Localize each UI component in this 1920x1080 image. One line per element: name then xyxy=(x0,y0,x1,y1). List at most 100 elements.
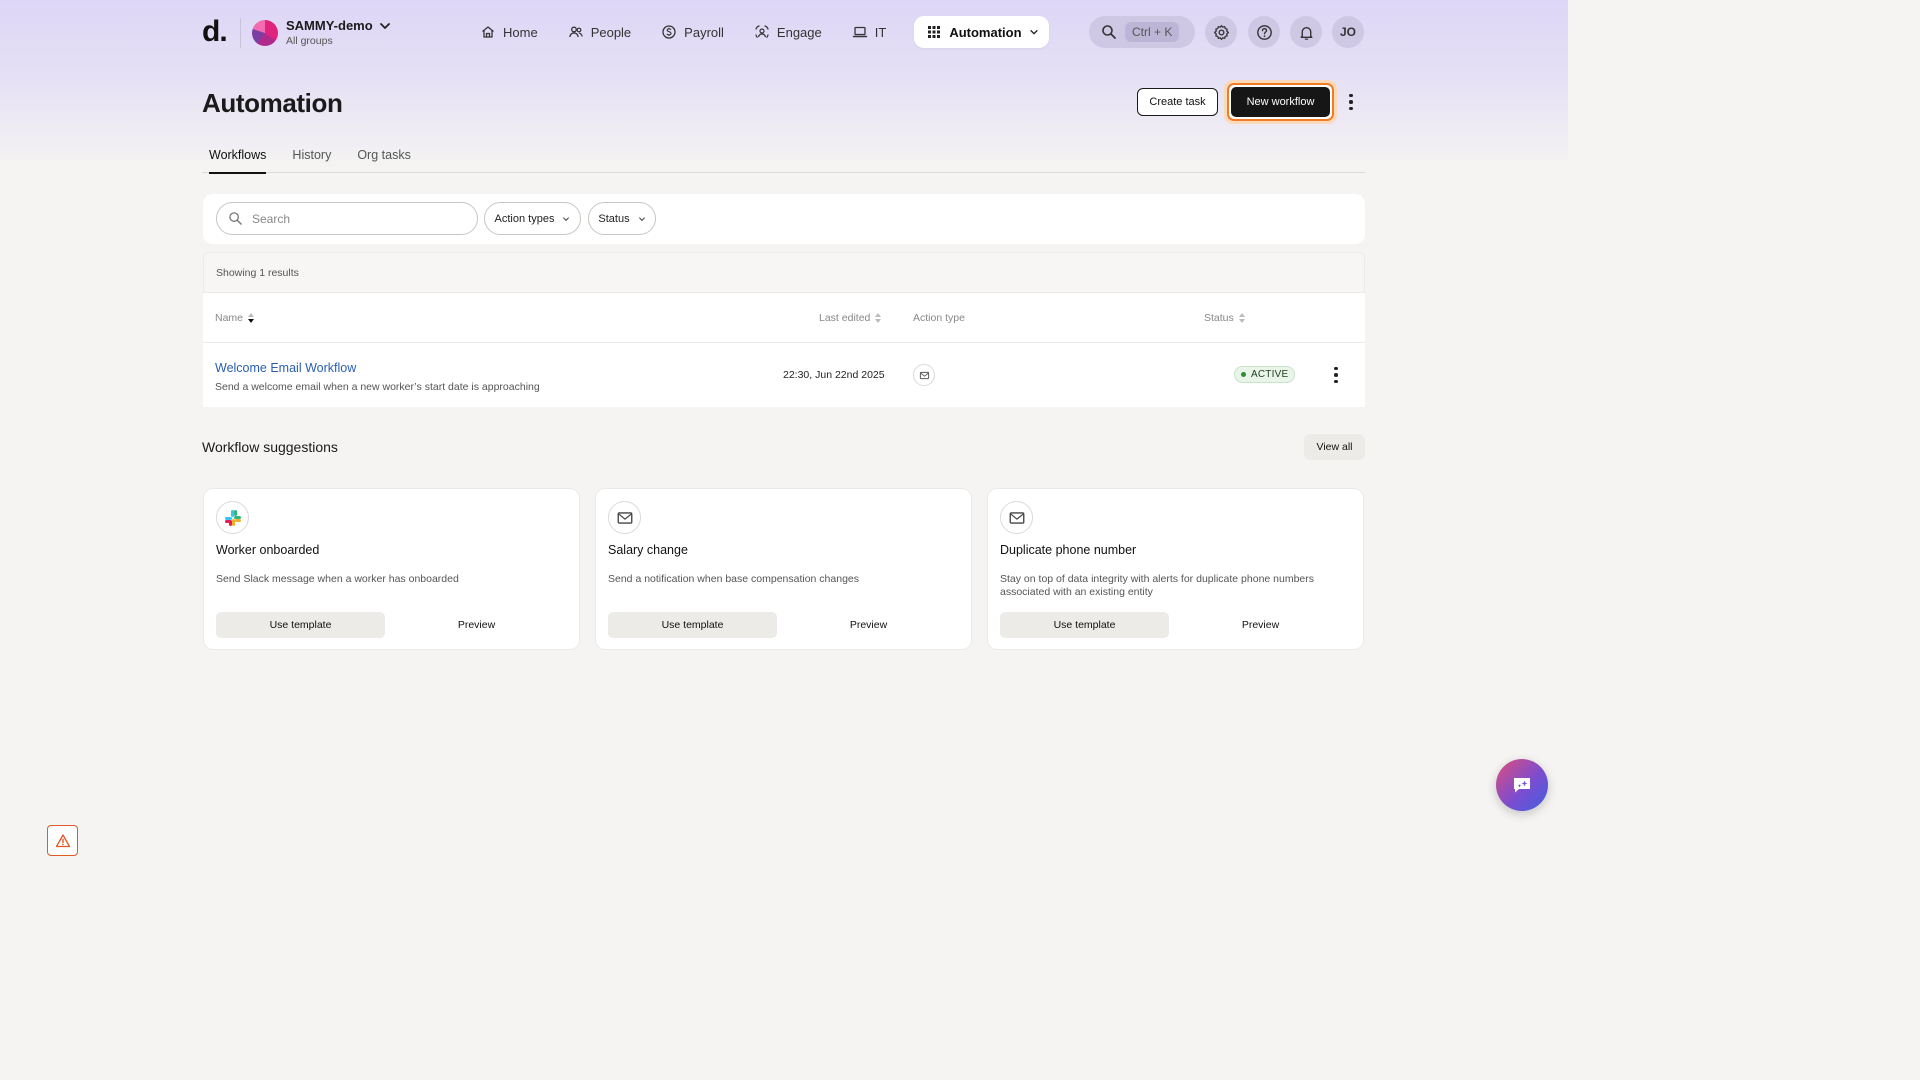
help-button[interactable] xyxy=(1248,16,1280,48)
user-initials: JO xyxy=(1339,25,1356,39)
chevron-down-icon xyxy=(379,22,390,29)
new-workflow-button[interactable]: New workflow xyxy=(1231,87,1330,117)
workflow-last-edited: 22:30, Jun 22nd 2025 xyxy=(783,369,885,381)
search-shortcut: Ctrl + K xyxy=(1125,22,1180,42)
nav-divider xyxy=(240,18,241,48)
nav-item-automation[interactable]: Automation xyxy=(914,16,1049,48)
use-template-button[interactable]: Use template xyxy=(216,612,385,638)
chevron-down-icon xyxy=(563,216,570,221)
card-title: Worker onboarded xyxy=(216,543,320,557)
org-name: SAMMY-demo xyxy=(286,18,373,33)
workflow-description: Send a welcome email when a new worker’s… xyxy=(215,381,540,393)
tab-history[interactable]: History xyxy=(292,148,331,173)
status-badge: ACTIVE xyxy=(1234,366,1296,383)
action-types-dropdown[interactable]: Action types xyxy=(484,202,581,235)
column-label: Last edited xyxy=(819,312,871,324)
dropdown-label: Action types xyxy=(494,212,555,225)
kebab-dot xyxy=(1334,373,1338,377)
nav-item-label: People xyxy=(590,24,632,40)
search-icon xyxy=(229,212,242,225)
settings-button[interactable] xyxy=(1205,16,1237,48)
primary-nav: Home People Payroll Engage IT Automation xyxy=(468,16,1049,48)
ai-assistant-button[interactable] xyxy=(1496,759,1548,811)
column-label: Status xyxy=(1204,312,1234,324)
row-options-button[interactable] xyxy=(1330,365,1342,385)
grid-icon xyxy=(928,26,941,38)
search-field[interactable] xyxy=(216,202,478,235)
kebab-dot xyxy=(1334,366,1338,371)
view-all-button[interactable]: View all xyxy=(1304,434,1365,460)
status-dot xyxy=(1241,372,1246,377)
nav-item-label: Automation xyxy=(949,24,1022,40)
chevron-down-icon xyxy=(1029,30,1038,35)
workflow-name-link[interactable]: Welcome Email Workflow xyxy=(215,361,356,375)
suggestion-card: Salary change Send a notification when b… xyxy=(595,488,972,650)
suggestion-card: Worker onboarded Send Slack message when… xyxy=(203,488,580,650)
use-template-button[interactable]: Use template xyxy=(1000,612,1169,638)
use-template-button[interactable]: Use template xyxy=(608,612,777,638)
table-row[interactable]: Welcome Email Workflow Send a welcome em… xyxy=(203,342,1365,407)
slack-icon xyxy=(224,509,241,526)
sort-icon xyxy=(248,313,255,323)
org-name-row: SAMMY-demo xyxy=(286,18,391,33)
column-header-action-type: Action type xyxy=(913,312,965,324)
sort-icon xyxy=(1238,313,1245,323)
kebab-dot xyxy=(1349,100,1353,104)
preview-button[interactable]: Preview xyxy=(784,612,953,638)
dropdown-label: Status xyxy=(598,212,630,225)
nav-item-engage[interactable]: Engage xyxy=(742,16,834,48)
card-title: Salary change xyxy=(608,543,688,557)
tab-workflows[interactable]: Workflows xyxy=(209,148,267,174)
chat-sparkle-icon xyxy=(1514,778,1530,793)
sort-icon xyxy=(875,313,882,323)
status-dropdown[interactable]: Status xyxy=(588,202,656,235)
status-text: ACTIVE xyxy=(1251,369,1289,380)
filter-bar: Action types Status xyxy=(203,194,1365,244)
card-icon-badge xyxy=(1000,501,1033,534)
help-icon xyxy=(1256,24,1272,40)
nav-item-people[interactable]: People xyxy=(556,16,643,48)
new-workflow-focus-ring: New workflow xyxy=(1224,80,1337,124)
column-header-status[interactable]: Status xyxy=(1204,312,1245,324)
mail-icon xyxy=(617,511,632,524)
global-search-button[interactable]: Ctrl + K xyxy=(1089,16,1195,48)
kebab-dot xyxy=(1349,106,1353,111)
more-options-button[interactable] xyxy=(1343,91,1359,113)
nav-item-payroll[interactable]: Payroll xyxy=(649,16,736,48)
warning-button[interactable] xyxy=(47,825,78,856)
home-icon xyxy=(482,26,494,38)
card-title: Duplicate phone number xyxy=(1000,543,1137,557)
top-navigation: d. SAMMY-demo All groups Home People Pay… xyxy=(0,0,1568,66)
table-header: Name Last edited Action type Status xyxy=(203,292,1365,342)
user-avatar-button[interactable]: JO xyxy=(1332,16,1364,48)
card-description: Send Slack message when a worker has onb… xyxy=(216,573,459,585)
new-workflow-button-frame: New workflow xyxy=(1227,83,1334,121)
brand-logo[interactable]: d. xyxy=(202,15,228,49)
nav-item-label: Home xyxy=(503,24,538,40)
action-type-badge xyxy=(913,364,935,386)
notifications-button[interactable] xyxy=(1290,16,1322,48)
create-task-button[interactable]: Create task xyxy=(1137,88,1218,116)
gear-icon xyxy=(1213,24,1229,40)
column-header-last-edited[interactable]: Last edited xyxy=(819,312,882,324)
results-summary: Showing 1 results xyxy=(203,252,1365,292)
people-icon xyxy=(568,26,583,38)
nav-item-it[interactable]: IT xyxy=(840,16,899,48)
laptop-icon xyxy=(852,26,867,38)
nav-item-home[interactable]: Home xyxy=(468,16,550,48)
bell-icon xyxy=(1299,26,1313,40)
card-description: Send a notification when base compensati… xyxy=(608,573,860,585)
column-label: Action type xyxy=(913,312,965,324)
nav-item-label: IT xyxy=(874,24,887,40)
preview-button[interactable]: Preview xyxy=(1176,612,1345,638)
page-title: Automation xyxy=(202,88,343,118)
tab-org-tasks[interactable]: Org tasks xyxy=(357,148,411,173)
nav-item-label: Payroll xyxy=(684,24,724,40)
column-header-name[interactable]: Name xyxy=(215,312,255,324)
org-switcher[interactable]: SAMMY-demo All groups xyxy=(252,18,391,47)
tab-bar: Workflows History Org tasks xyxy=(202,148,1365,174)
preview-button[interactable]: Preview xyxy=(392,612,561,638)
search-input[interactable] xyxy=(252,211,452,226)
engage-icon xyxy=(755,25,769,38)
mail-icon xyxy=(919,371,929,379)
